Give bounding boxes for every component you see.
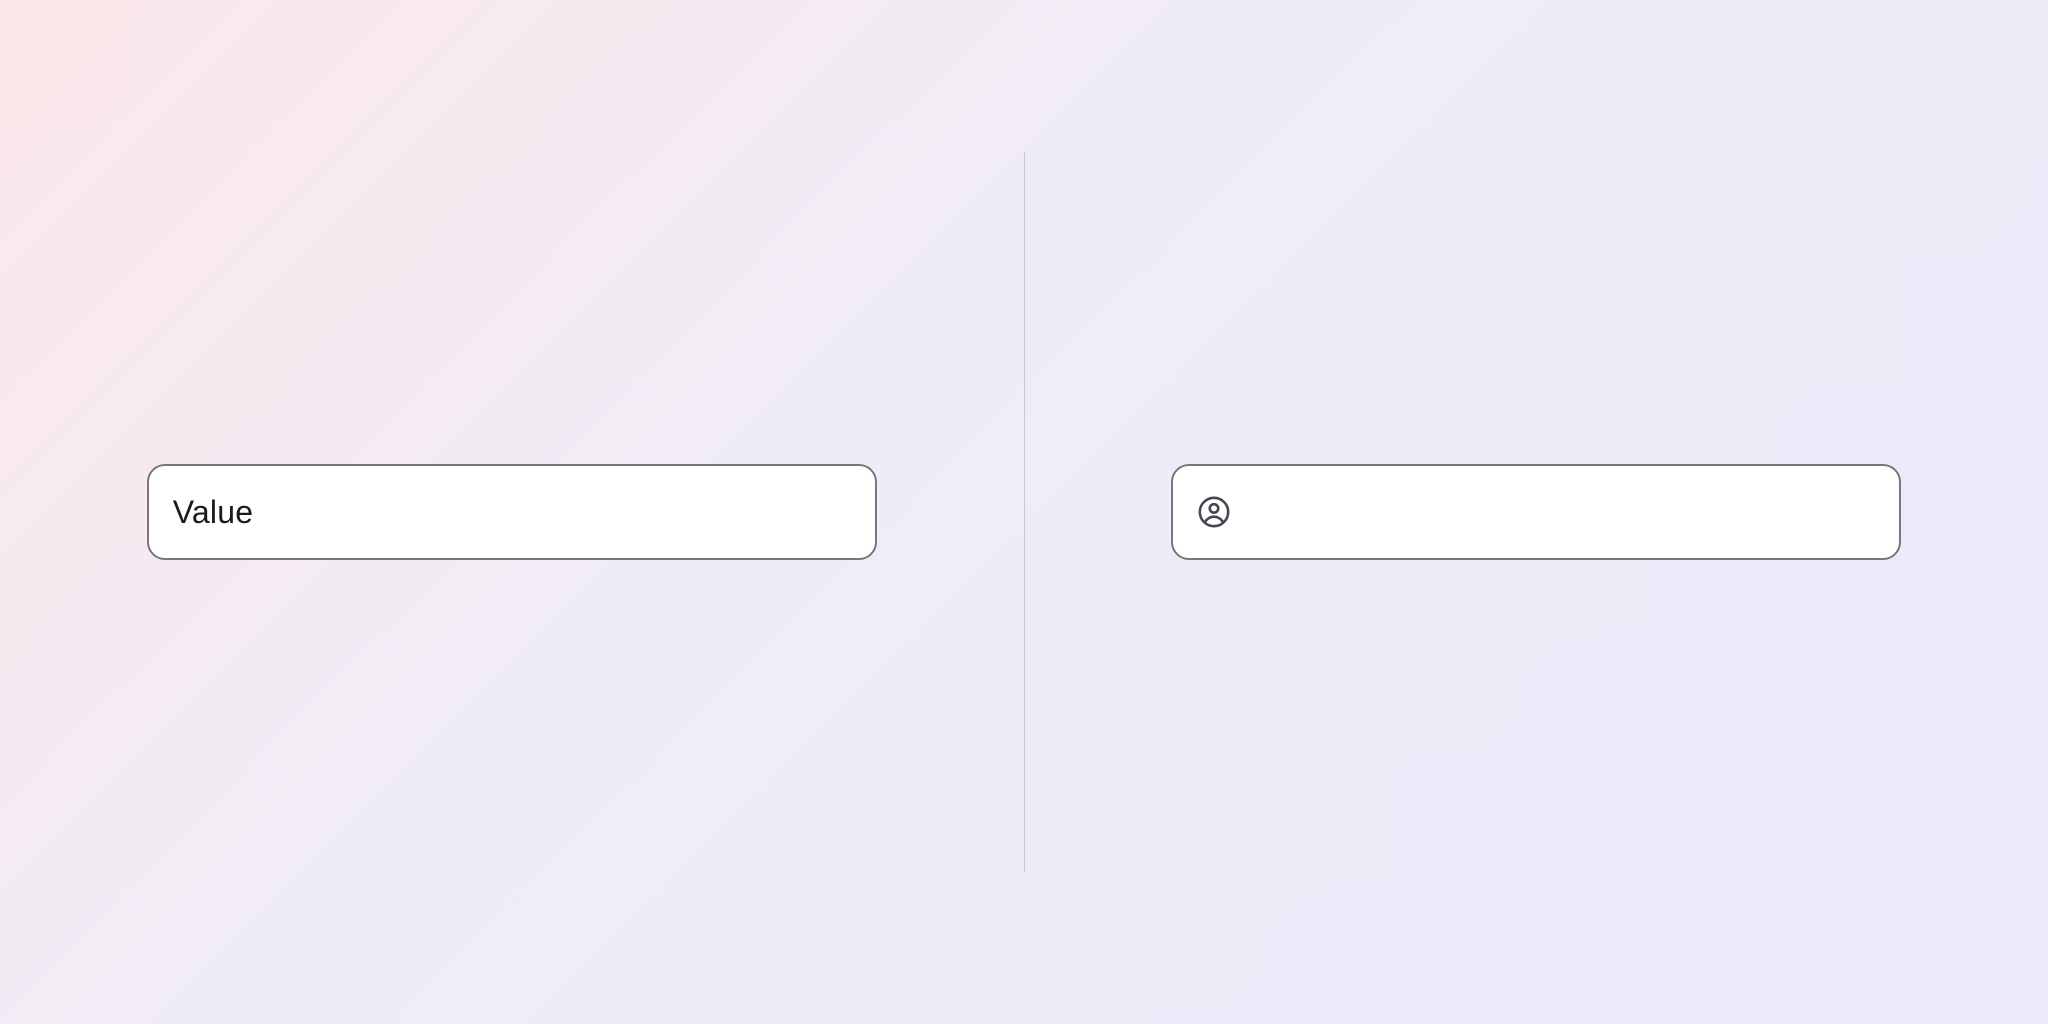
user-input-container[interactable]: [1171, 464, 1901, 560]
right-panel: [1025, 0, 2048, 1024]
user-circle-icon: [1197, 495, 1231, 529]
left-panel: [0, 0, 1024, 1024]
user-input[interactable]: [1251, 494, 1875, 531]
text-input-container[interactable]: [147, 464, 877, 560]
text-input[interactable]: [173, 494, 851, 531]
main-container: [0, 0, 2048, 1024]
